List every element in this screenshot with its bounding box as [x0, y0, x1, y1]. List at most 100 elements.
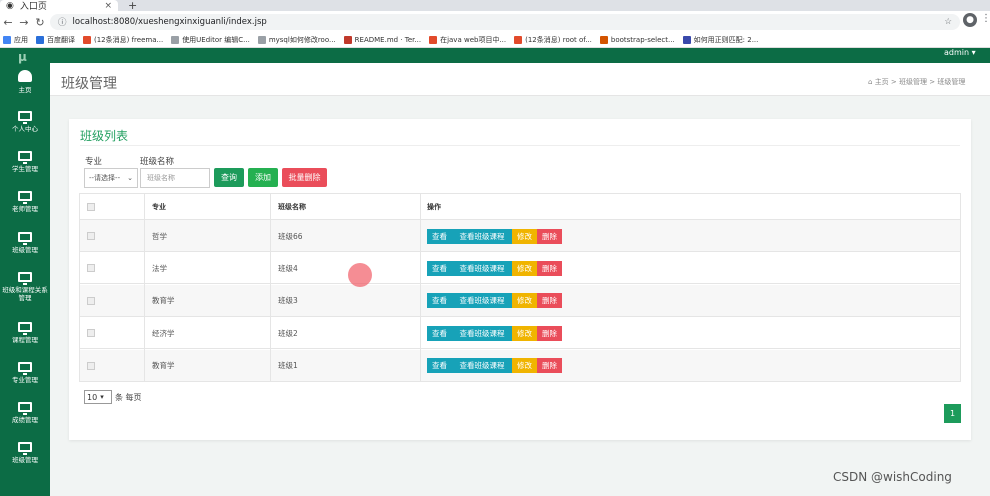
bookmark-favicon-icon: [3, 36, 11, 44]
view-button[interactable]: 查看: [427, 293, 452, 309]
bookmark-item[interactable]: README.md · Ter...: [343, 36, 421, 44]
browser-tab-strip: [0, 0, 990, 11]
delete-button[interactable]: 删除: [537, 325, 562, 341]
reload-icon[interactable]: ↻: [32, 16, 48, 29]
sidebar-item[interactable]: 班级管理: [0, 442, 50, 464]
sidebar-item[interactable]: 班级和课程关系管理: [0, 272, 50, 302]
monitor-icon: [18, 232, 32, 245]
breadcrumb-home[interactable]: 主页: [875, 78, 889, 86]
view-course-button[interactable]: 查看班级课程: [452, 325, 512, 341]
back-icon[interactable]: ←: [0, 16, 16, 29]
bookmark-item[interactable]: 使用UEditor 编辑C...: [171, 35, 250, 45]
actions-cell: 查看 查看班级课程 修改 删除: [427, 252, 562, 284]
breadcrumb-section[interactable]: 班级管理: [899, 78, 927, 86]
row-checkbox[interactable]: [87, 329, 95, 338]
sidebar-item[interactable]: 个人中心: [0, 111, 50, 133]
page-header: [50, 63, 990, 96]
add-button[interactable]: 添加: [248, 168, 278, 187]
major-cell: 哲学: [152, 231, 167, 241]
sidebar-item[interactable]: 学生管理: [0, 151, 50, 173]
chevron-down-icon: ▾: [100, 393, 104, 401]
per-page-text: 条 每页: [115, 393, 142, 402]
globe-icon: ◉: [6, 0, 14, 11]
row-checkbox[interactable]: [87, 296, 95, 305]
bookmark-item[interactable]: bootstrap-select...: [599, 36, 675, 44]
major-cell: 法学: [152, 263, 167, 273]
bookmark-label: (12条消息) freema...: [94, 36, 164, 44]
view-course-button[interactable]: 查看班级课程: [452, 293, 512, 309]
delete-button[interactable]: 删除: [537, 293, 562, 309]
card-title: 班级列表: [80, 129, 129, 143]
major-label: 专业: [85, 157, 103, 167]
pagination-page-1[interactable]: 1: [944, 404, 961, 423]
url-field[interactable]: ⓘ localhost:8080/xueshengxinxiguanli/ind…: [50, 14, 960, 30]
bookmark-label: 如何用正则匹配: 2...: [693, 36, 759, 44]
delete-button[interactable]: 删除: [537, 358, 562, 374]
sidebar-item[interactable]: 班级管理: [0, 232, 50, 254]
table-row: 教育学 班级1 查看 查看班级课程 修改 删除: [80, 349, 960, 382]
major-select[interactable]: --请选择-- ⌄: [84, 168, 138, 188]
monitor-icon: [18, 272, 32, 285]
sidebar-item-label: 老师管理: [12, 205, 38, 213]
bookmark-item[interactable]: (12条消息) root of...: [514, 35, 592, 45]
breadcrumb-current: 班级管理: [937, 78, 966, 86]
sidebar-item[interactable]: 主页: [0, 70, 50, 94]
delete-button[interactable]: 删除: [537, 260, 562, 276]
edit-button[interactable]: 修改: [512, 260, 537, 276]
view-button[interactable]: 查看: [427, 228, 452, 244]
view-course-button[interactable]: 查看班级课程: [452, 228, 512, 244]
url-text: localhost:8080/xueshengxinxiguanli/index…: [72, 17, 267, 27]
page-size-select[interactable]: 10 ▾: [84, 390, 112, 404]
table-row: 法学 班级4 查看 查看班级课程 修改 删除: [80, 252, 960, 285]
sidebar-item[interactable]: 课程管理: [0, 322, 50, 344]
actions-cell: 查看 查看班级课程 修改 删除: [427, 317, 562, 349]
view-button[interactable]: 查看: [427, 260, 452, 276]
bookmark-item[interactable]: (12条消息) freema...: [83, 35, 163, 45]
info-icon[interactable]: ⓘ: [58, 16, 67, 28]
home-icon: ⌂: [868, 78, 873, 86]
watermark: CSDN @wishCoding: [833, 470, 952, 484]
view-course-button[interactable]: 查看班级课程: [452, 358, 512, 374]
actions-cell: 查看 查看班级课程 修改 删除: [427, 285, 562, 317]
actions-cell: 查看 查看班级课程 修改 删除: [427, 220, 562, 252]
view-button[interactable]: 查看: [427, 358, 452, 374]
bookmark-item[interactable]: 如何用正则匹配: 2...: [682, 35, 759, 45]
browser-menu-icon[interactable]: ⋮: [981, 13, 990, 24]
edit-button[interactable]: 修改: [512, 293, 537, 309]
bookmark-favicon-icon: [429, 36, 438, 44]
close-tab-icon[interactable]: ×: [104, 1, 112, 11]
sidebar-item-label: 主页: [18, 86, 32, 94]
major-cell: 教育学: [152, 296, 175, 306]
row-checkbox[interactable]: [87, 264, 95, 273]
bookmark-star-icon[interactable]: ☆: [944, 17, 952, 27]
select-all-checkbox[interactable]: [87, 203, 95, 211]
sidebar-item[interactable]: 老师管理: [0, 191, 50, 213]
view-button[interactable]: 查看: [427, 325, 452, 341]
query-button[interactable]: 查询: [214, 168, 244, 187]
account-icon[interactable]: ●: [963, 13, 977, 27]
row-checkbox[interactable]: [87, 361, 95, 370]
delete-button[interactable]: 删除: [537, 228, 562, 244]
forward-icon[interactable]: →: [16, 16, 32, 29]
monitor-icon: [18, 191, 32, 204]
batch-delete-button[interactable]: 批量删除: [282, 168, 327, 187]
sidebar-item[interactable]: 专业管理: [0, 362, 50, 384]
edit-button[interactable]: 修改: [512, 358, 537, 374]
major-select-value: --请选择--: [89, 174, 121, 182]
view-course-button[interactable]: 查看班级课程: [452, 260, 512, 276]
admin-user-menu[interactable]: admin ▾: [944, 48, 976, 57]
edit-button[interactable]: 修改: [512, 325, 537, 341]
bookmark-item[interactable]: 在java web项目中...: [429, 35, 506, 45]
column-divider: [144, 194, 145, 382]
bookmark-item[interactable]: 应用: [3, 35, 28, 45]
edit-button[interactable]: 修改: [512, 228, 537, 244]
browser-tab[interactable]: ◉ 入口页 ×: [0, 0, 118, 12]
bookmark-item[interactable]: 百度翻译: [36, 35, 75, 45]
class-name-input[interactable]: 班级名称: [140, 168, 210, 188]
monitor-icon: [18, 442, 32, 455]
column-divider: [420, 194, 421, 382]
bookmark-item[interactable]: mysql如何修改roo...: [257, 35, 336, 45]
row-checkbox[interactable]: [87, 232, 95, 240]
sidebar-item-label: 班级和课程关系管理: [2, 286, 48, 302]
sidebar-item[interactable]: 成绩管理: [0, 402, 50, 424]
